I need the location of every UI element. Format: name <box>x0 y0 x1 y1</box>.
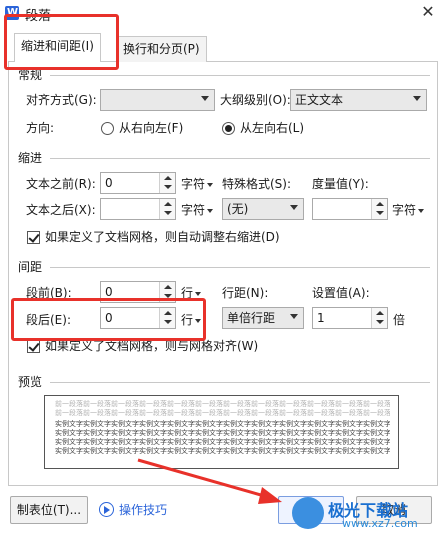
watermark-logo-icon <box>292 497 324 529</box>
annotation-arrow <box>137 458 282 504</box>
watermark: 极光下载站 www.xz7.com <box>292 495 442 535</box>
watermark-url: www.xz7.com <box>342 517 418 530</box>
